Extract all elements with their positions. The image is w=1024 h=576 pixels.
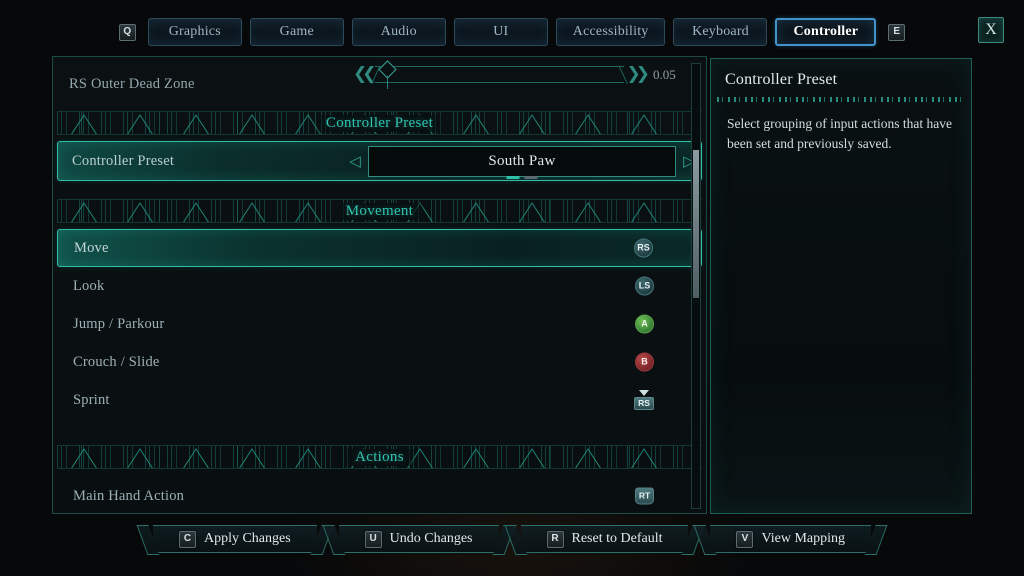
slider-track[interactable]: [374, 59, 624, 89]
section-title: Controller Preset: [313, 114, 446, 132]
tab-ui[interactable]: UI: [453, 18, 548, 46]
preset-page-dots: [506, 176, 538, 179]
button-badge-rs-press-icon: RS: [634, 397, 654, 410]
binding-badge-slot[interactable]: A: [635, 314, 654, 334]
stick-press-down-arrow-icon: [639, 390, 649, 396]
binding-row-main-hand-action[interactable]: Main Hand Action RT: [57, 477, 702, 513]
info-panel: Controller Preset Select grouping of inp…: [710, 58, 972, 514]
preset-label: Controller Preset: [72, 152, 175, 169]
view-mapping-key-badge: V: [736, 530, 754, 548]
binding-badge-slot[interactable]: RS: [634, 238, 653, 258]
apply-changes-label: Apply Changes: [203, 531, 291, 546]
slider-decrease-chevrons[interactable]: ❮❮: [353, 65, 376, 83]
tab-controller[interactable]: Controller: [775, 18, 877, 46]
info-panel-divider: [717, 97, 965, 102]
tab-accessibility[interactable]: Accessibility: [555, 18, 666, 46]
view-mapping-label: View Mapping: [761, 531, 846, 546]
settings-panel: RS Outer Dead Zone ❮❮ ❯❯ 0.05 Controller…: [52, 56, 707, 514]
binding-badge-slot[interactable]: B: [635, 352, 654, 372]
binding-row-move[interactable]: Move RS: [57, 229, 702, 267]
settings-scroll-area[interactable]: RS Outer Dead Zone ❮❮ ❯❯ 0.05 Controller…: [53, 57, 706, 513]
button-badge-b-icon: B: [635, 352, 654, 372]
slider-handle-stem: [386, 75, 388, 89]
preset-prev-arrow-icon[interactable]: ◁: [348, 153, 362, 171]
section-header-actions: Actions: [57, 445, 702, 469]
binding-label: Jump / Parkour: [73, 315, 165, 332]
info-panel-title: Controller Preset: [725, 71, 838, 88]
setting-row-rs-outer-dead-zone[interactable]: RS Outer Dead Zone ❮❮ ❯❯ 0.05: [53, 57, 706, 111]
preset-value: South Paw: [488, 153, 556, 169]
settings-tab-bar: Q Graphics Game Audio UI Accessibility K…: [0, 14, 1024, 50]
reset-to-default-label: Reset to Default: [571, 531, 663, 546]
apply-changes-button[interactable]: C Apply Changes: [152, 525, 317, 553]
rs-outer-dead-zone-slider[interactable]: ❮❮ ❯❯: [353, 59, 650, 89]
button-badge-rt-icon: RT: [635, 487, 654, 505]
section-title: Actions: [343, 448, 416, 466]
controller-preset-selector[interactable]: ◁ South Paw ▷: [348, 146, 696, 179]
binding-label: Main Hand Action: [73, 487, 185, 504]
undo-changes-key-badge: U: [364, 530, 382, 548]
page-dot-active[interactable]: [506, 176, 520, 179]
slider-value: 0.05: [653, 67, 676, 82]
slider-label: RS Outer Dead Zone: [69, 75, 195, 92]
setting-row-controller-preset[interactable]: Controller Preset ◁ South Paw ▷: [57, 141, 702, 181]
binding-label: Move: [74, 239, 109, 256]
binding-badge-slot[interactable]: LS: [635, 276, 654, 296]
close-button[interactable]: X: [978, 17, 1004, 43]
view-mapping-button[interactable]: V View Mapping: [710, 525, 872, 553]
binding-badge-slot[interactable]: RT: [635, 487, 654, 505]
binding-label: Look: [73, 277, 105, 294]
apply-changes-key-badge: C: [178, 530, 196, 548]
tab-keyboard[interactable]: Keyboard: [673, 18, 768, 46]
section-header-movement: Movement: [57, 199, 702, 223]
undo-changes-button[interactable]: U Undo Changes: [338, 525, 499, 553]
reset-to-default-button[interactable]: R Reset to Default: [520, 525, 689, 553]
slider-increase-chevrons[interactable]: ❯❯: [627, 65, 650, 83]
binding-label: Crouch / Slide: [73, 353, 160, 370]
section-title: Movement: [333, 202, 426, 220]
binding-row-crouch-slide[interactable]: Crouch / Slide B: [57, 343, 702, 381]
button-badge-ls-icon: LS: [635, 276, 654, 296]
page-dot[interactable]: [524, 176, 538, 179]
undo-changes-label: Undo Changes: [389, 531, 473, 546]
binding-badge-slot[interactable]: RS: [634, 390, 654, 410]
bottom-action-bar: C Apply Changes U Undo Changes R Reset t…: [0, 524, 1024, 554]
settings-scrollbar[interactable]: [691, 63, 701, 509]
next-tab-key-badge[interactable]: E: [888, 23, 906, 41]
preset-value-box[interactable]: South Paw: [368, 146, 676, 179]
tab-graphics[interactable]: Graphics: [147, 18, 242, 46]
prev-tab-key-badge[interactable]: Q: [118, 23, 136, 41]
reset-to-default-key-badge: R: [546, 530, 564, 548]
button-badge-a-icon: A: [635, 314, 654, 334]
scrollbar-thumb[interactable]: [693, 150, 699, 298]
binding-row-sprint[interactable]: Sprint RS: [57, 381, 702, 419]
binding-label: Sprint: [73, 391, 110, 408]
info-panel-description: Select grouping of input actions that ha…: [727, 116, 952, 151]
tab-game[interactable]: Game: [249, 18, 344, 46]
binding-row-look[interactable]: Look LS: [57, 267, 702, 305]
button-badge-rs-icon: RS: [634, 238, 653, 258]
binding-row-jump-parkour[interactable]: Jump / Parkour A: [57, 305, 702, 343]
section-header-controller-preset: Controller Preset: [57, 111, 702, 135]
tab-audio[interactable]: Audio: [351, 18, 446, 46]
